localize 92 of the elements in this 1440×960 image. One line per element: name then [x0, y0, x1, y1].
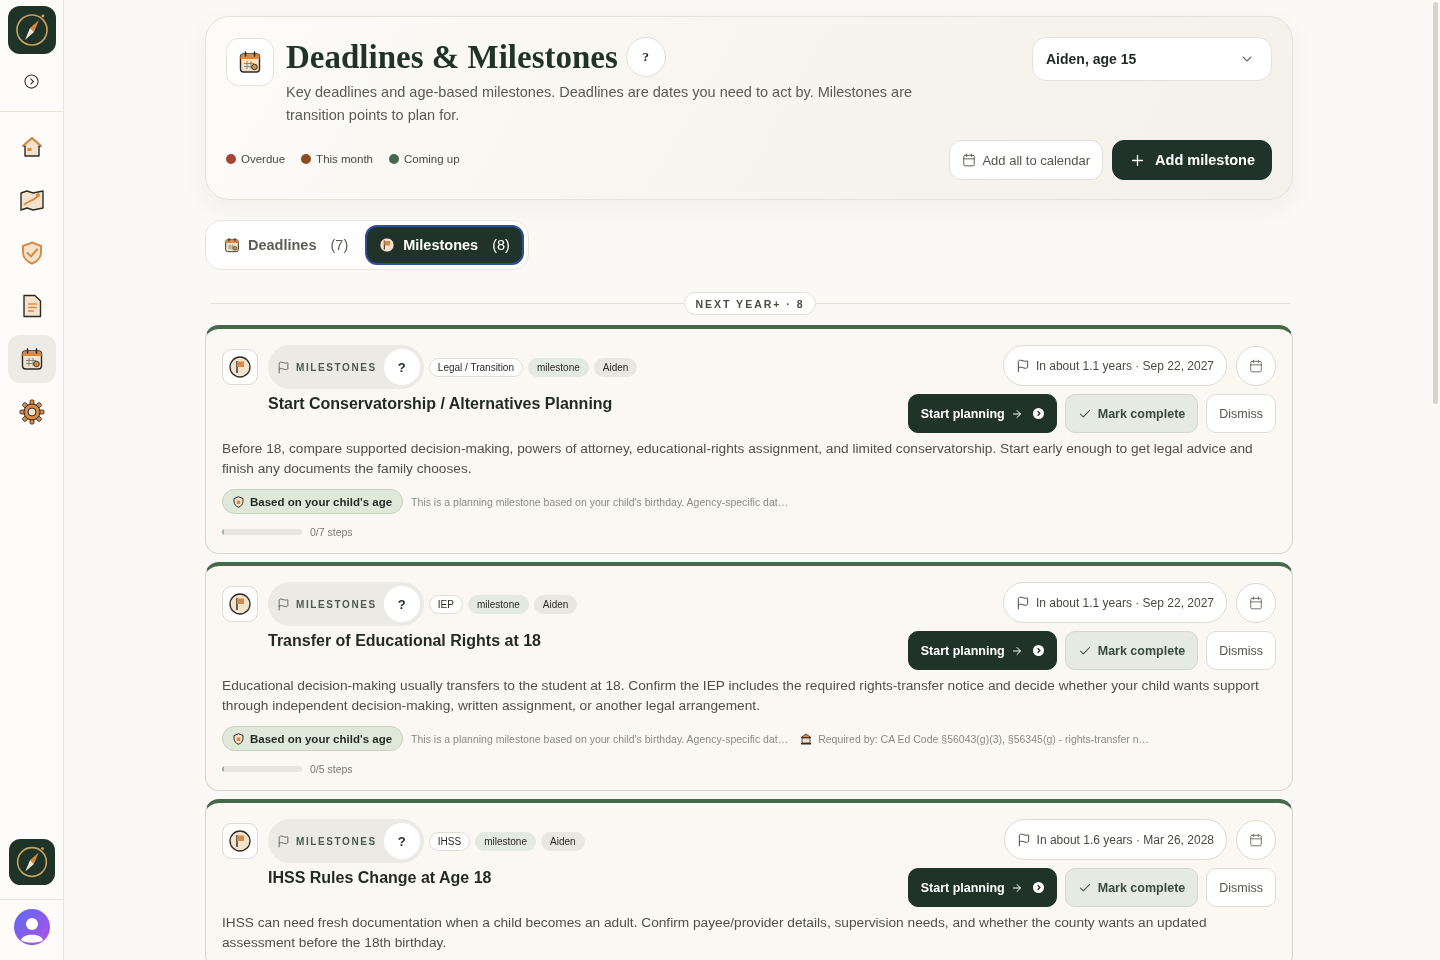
steps-label: 0/7 steps — [310, 526, 353, 538]
chevron-circle-icon — [1032, 645, 1044, 656]
flag-badge-icon — [222, 349, 258, 385]
flag-icon — [1016, 832, 1031, 847]
tag: Legal / Transition — [428, 357, 523, 377]
card-description: IHSS can need fresh documentation when a child becomes an adult. Confirm payee/provider details, supervision needs, and whether the county wants an updated assessment before the 18th birthday. — [222, 914, 1208, 952]
avatar-icon[interactable] — [13, 909, 50, 945]
tag: IEP — [428, 594, 463, 614]
mark-complete-button[interactable]: Mark complete — [1064, 868, 1199, 907]
arrow-right-icon — [1010, 881, 1023, 894]
help-button[interactable]: ? — [383, 349, 420, 385]
steps-label: 0/5 steps — [310, 763, 353, 775]
calendar-icon — [1249, 832, 1263, 847]
note-text: This is a planning milestone based on your child's birthday. Agency-specific dat… — [411, 495, 789, 508]
add-to-calendar-button[interactable]: Add all to calendar — [949, 140, 1104, 180]
document-icon — [20, 294, 43, 318]
mark-complete-button[interactable]: Mark complete — [1064, 631, 1199, 670]
legend-label: This month — [316, 153, 373, 165]
help-button[interactable]: ? — [383, 823, 420, 859]
start-planning-button[interactable]: Start planning — [907, 868, 1057, 907]
add-to-calendar-button[interactable] — [1236, 819, 1276, 860]
category-label: MILESTONES — [296, 598, 377, 610]
category-label: MILESTONES — [296, 835, 377, 847]
tag: IHSS — [428, 831, 471, 851]
page-description: Key deadlines and age-based milestones. Deadlines are dates you need to act by. Milestones are transition points to plan for. — [286, 83, 914, 125]
tag: milestone — [528, 357, 589, 377]
map-icon — [18, 188, 45, 212]
nav-item[interactable] — [7, 335, 56, 383]
card-description: Before 18, compare supported decision-making, powers of attorney, educational-rights assignment, and limited conservatorship. Start early enough to get legal advice and finish any documents the family chooses. — [222, 440, 1254, 478]
add-milestone-button[interactable]: Add milestone — [1112, 140, 1272, 180]
flag-badge-icon — [222, 823, 258, 859]
page-title: Deadlines & Milestones — [286, 38, 618, 76]
card-title: Transfer of Educational Rights at 18 — [268, 632, 542, 650]
dismiss-button[interactable]: Dismiss — [1206, 394, 1276, 433]
card-description: Educational decision-making usually transfers to the student at 18. Confirm the IEP includes the required rights-transfer notice and decide whether your child wants support through independent decision-making, written assignment, or another legal arrangement. — [222, 677, 1260, 715]
category-label: MILESTONES — [296, 361, 377, 373]
add-to-calendar-button[interactable] — [1236, 345, 1276, 386]
flag-icon — [277, 360, 290, 374]
shield-icon — [233, 732, 244, 745]
flag-icon — [1015, 358, 1030, 373]
building-icon — [800, 732, 813, 745]
mark-complete-button[interactable]: Mark complete — [1064, 394, 1199, 433]
legend-label: Overdue — [241, 153, 286, 165]
dismiss-button[interactable]: Dismiss — [1206, 631, 1276, 670]
calendar-icon — [1249, 358, 1263, 373]
calendar-icon — [226, 38, 274, 86]
tab[interactable]: Milestones (8) — [365, 225, 524, 265]
gear-icon — [18, 399, 45, 425]
arrow-right-icon — [1010, 644, 1023, 657]
shield-icon — [233, 495, 244, 508]
start-planning-button[interactable]: Start planning — [907, 631, 1057, 670]
calendar-icon — [224, 237, 240, 253]
group-label: NEXT YEAR+ · 8 — [684, 292, 816, 315]
dismiss-button[interactable]: Dismiss — [1206, 868, 1276, 907]
scrollbar-thumb[interactable] — [1433, 2, 1438, 404]
compass-logo-icon[interactable] — [7, 6, 56, 54]
tag: Aiden — [533, 594, 578, 614]
help-button[interactable]: ? — [383, 586, 420, 622]
child-select[interactable]: Aiden, age 15 — [1032, 37, 1272, 81]
flag-icon — [1015, 595, 1030, 610]
tag: Aiden — [593, 357, 638, 377]
tab[interactable]: Deadlines (7) — [210, 225, 363, 265]
arrow-right-icon — [1010, 407, 1023, 420]
requirement-text: Required by: CA Ed Code §56043(g)(3), §56345(g) - rights-transfer n… — [818, 732, 1150, 745]
help-button[interactable]: ? — [625, 37, 666, 77]
house-icon — [19, 135, 44, 159]
flag-icon — [277, 834, 290, 848]
note-text: This is a planning milestone based on your child's birthday. Agency-specific dat… — [411, 732, 789, 745]
chevron-circle-icon — [1032, 882, 1044, 893]
shield-check-icon — [20, 241, 43, 265]
chevron-circle-icon — [1032, 408, 1044, 419]
timing-label: In about 1.1 years · Sep 22, 2027 — [1035, 595, 1214, 610]
tag: milestone — [467, 594, 529, 614]
legend-label: Coming up — [404, 153, 460, 165]
tag: Aiden — [541, 831, 585, 851]
flag-badge-icon — [222, 586, 258, 622]
compass-icon[interactable] — [8, 839, 55, 885]
tag: milestone — [475, 831, 536, 851]
calendar-icon — [1249, 595, 1263, 610]
calendar-icon — [962, 153, 977, 167]
flag-badge-icon — [379, 237, 396, 253]
timing-label: In about 1.6 years · Mar 26, 2028 — [1036, 832, 1214, 847]
basis-label: Based on your child's age — [250, 732, 393, 745]
flag-icon — [277, 597, 290, 611]
add-to-calendar-button[interactable] — [1236, 582, 1276, 623]
card-title: Start Conservatorship / Alternatives Planning — [268, 395, 614, 413]
start-planning-button[interactable]: Start planning — [907, 394, 1057, 433]
basis-label: Based on your child's age — [250, 495, 393, 508]
card-title: IHSS Rules Change at Age 18 — [268, 869, 493, 887]
calendar-icon — [19, 347, 44, 371]
timing-label: In about 1.1 years · Sep 22, 2027 — [1035, 358, 1214, 373]
chevron-right-circle-icon[interactable] — [24, 74, 39, 89]
